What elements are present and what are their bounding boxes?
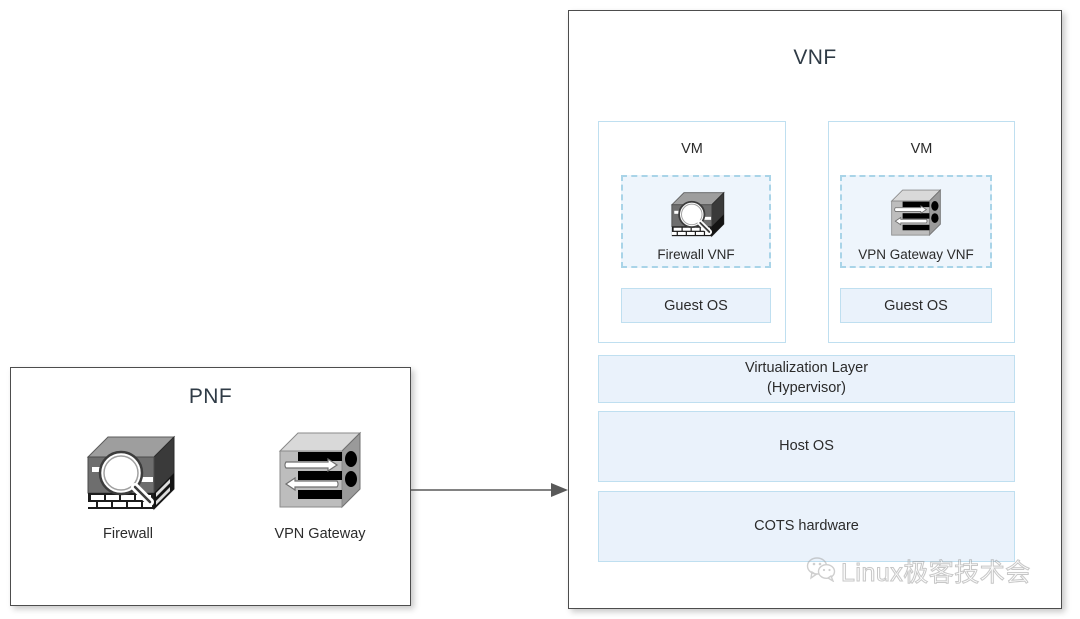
vpn-gateway-icon (240, 423, 400, 520)
pnf-device-firewall: Firewall (58, 423, 198, 542)
guest-os-box: Guest OS (840, 288, 992, 323)
vm-label: VM (681, 141, 703, 157)
vnf-title: VNF (793, 46, 837, 69)
watermark: Linux极客技术会 (806, 553, 1031, 589)
vnf-component-caption: VPN Gateway VNF (858, 247, 974, 262)
vm-label: VM (910, 141, 933, 157)
layer-line-2: (Hypervisor) (767, 380, 846, 396)
pnf-panel: PNF Firewall VPN Gateway (10, 367, 411, 606)
vnf-component-caption: Firewall VNF (657, 247, 735, 262)
connector-arrow (411, 470, 571, 510)
firewall-icon (58, 423, 198, 520)
pnf-title: PNF (188, 385, 233, 408)
pnf-device-vpn-gateway: VPN Gateway (240, 423, 400, 542)
guest-os-box: Guest OS (621, 288, 771, 323)
layer-host-os: Host OS (598, 411, 1015, 482)
layer-line-1: Virtualization Layer (744, 360, 869, 377)
layer-line-1: Host OS (779, 437, 834, 454)
vpn-gateway-icon (842, 184, 990, 245)
vnf-component-vpn-gateway: VPN Gateway VNF (840, 175, 992, 268)
watermark-text: Linux极客技术会 (841, 559, 1031, 588)
pnf-device-caption: VPN Gateway (274, 526, 366, 542)
firewall-icon (623, 184, 769, 245)
layer-line-1: COTS hardware (754, 517, 859, 534)
pnf-device-caption: Firewall (103, 526, 153, 542)
wechat-icon (806, 556, 836, 587)
layer-cots-hardware: COTS hardware (598, 491, 1015, 562)
vnf-component-firewall: Firewall VNF (621, 175, 771, 268)
layer-virtualization: Virtualization Layer (Hypervisor) (598, 355, 1015, 403)
